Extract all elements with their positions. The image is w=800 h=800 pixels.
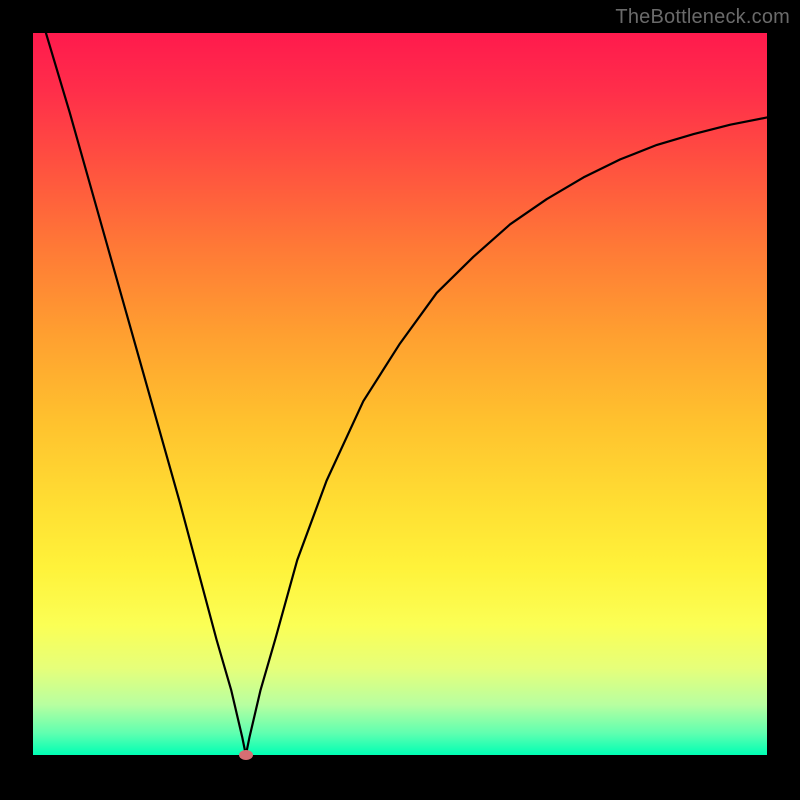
curve-layer (33, 33, 767, 755)
plot-area (33, 33, 767, 755)
bottleneck-curve (33, 0, 767, 755)
chart-frame: TheBottleneck.com (0, 0, 800, 800)
optimum-marker (239, 750, 253, 760)
attribution-text: TheBottleneck.com (615, 6, 790, 29)
